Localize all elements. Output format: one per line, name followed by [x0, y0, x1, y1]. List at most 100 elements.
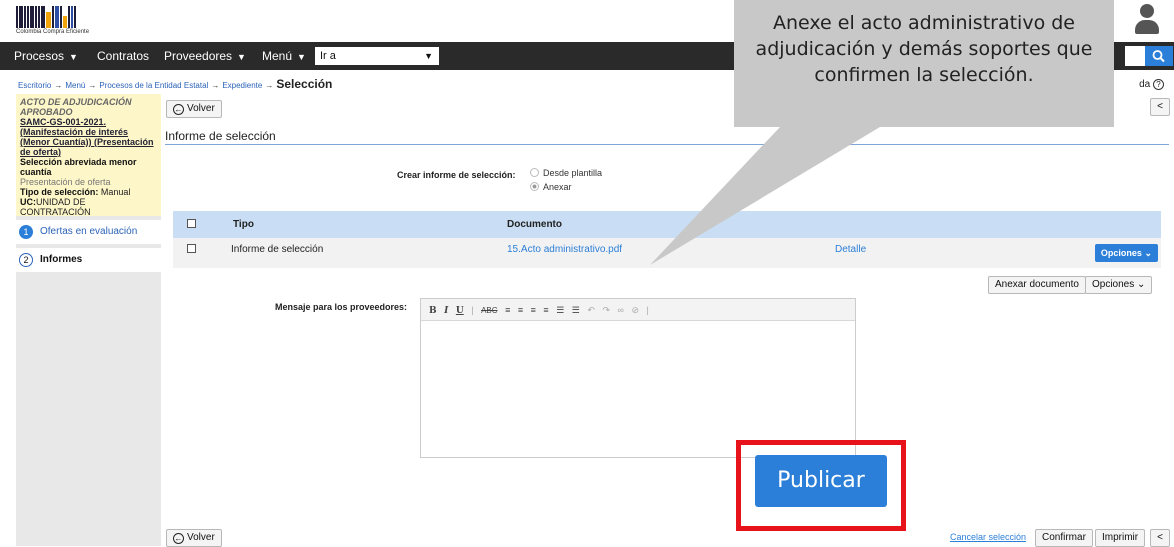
collapse-top-button[interactable]: < — [1150, 98, 1170, 116]
row-tipo: Informe de selección — [231, 244, 324, 255]
row-options-button[interactable]: Opciones ⌄ — [1094, 244, 1158, 262]
caret-down-icon: ▼ — [297, 52, 306, 62]
goto-select-value: Ir a — [320, 50, 336, 62]
italic-icon[interactable]: I — [444, 306, 448, 316]
logo-barcode-icon — [16, 6, 108, 28]
print-button[interactable]: Imprimir — [1095, 529, 1146, 547]
link-icon[interactable]: ∞ — [618, 305, 624, 315]
process-summary: ACTO DE ADJUDICACIÓN APROBADO SAMC-GS-00… — [16, 94, 161, 216]
process-sidebar: ACTO DE ADJUDICACIÓN APROBADO SAMC-GS-00… — [16, 94, 161, 546]
opciones-button[interactable]: Opciones ⌄ — [1085, 276, 1153, 294]
radio-desde-plantilla[interactable]: Desde plantilla — [530, 168, 602, 178]
select-all-checkbox[interactable] — [187, 211, 196, 238]
cancel-selection-link[interactable]: Cancelar selección — [950, 532, 1026, 542]
section-divider — [165, 144, 1169, 145]
unlink-icon[interactable]: ⊘ — [631, 305, 639, 315]
toolbar-separator: | — [646, 305, 649, 315]
back-button-label: Volver — [187, 103, 215, 114]
nav-procesos[interactable]: Procesos ▼ — [14, 42, 78, 70]
step-informes[interactable]: 2 Informes — [16, 248, 161, 272]
col-tipo: Tipo — [233, 219, 254, 230]
radio-circle-icon — [530, 182, 539, 191]
caret-down-icon: ▼ — [424, 51, 433, 61]
process-reference-link[interactable]: SAMC-GS-001-2021. (Manifestación de inte… — [20, 117, 157, 157]
back-button[interactable]: ← Volver — [166, 100, 222, 118]
row-checkbox[interactable] — [187, 238, 196, 265]
caret-down-icon: ▼ — [237, 52, 246, 62]
arrow-right-icon: → — [88, 81, 97, 90]
message-textarea[interactable] — [421, 321, 855, 457]
step-label: Ofertas en evaluación — [40, 226, 138, 237]
nav-procesos-label: Procesos — [14, 49, 65, 63]
goto-select[interactable]: Ir a ▼ — [315, 47, 439, 65]
radio-anexar[interactable]: Anexar — [530, 182, 572, 192]
message-editor: B I U | ABC ≡ ≡ ≡ ≡ ☰ ☰ ↶ ↷ ∞ ⊘ | — [420, 298, 856, 458]
back-button-bottom[interactable]: ← Volver — [166, 529, 222, 547]
nav-contratos[interactable]: Contratos — [97, 42, 149, 70]
collapse-bottom-button[interactable]: < — [1150, 529, 1170, 547]
row-options-label: Opciones — [1100, 248, 1142, 258]
row-detalle-link[interactable]: Detalle — [835, 238, 866, 265]
nav-proveedores-label: Proveedores — [164, 49, 233, 63]
table-header: Tipo Documento — [173, 211, 1161, 238]
bold-icon[interactable]: B — [429, 306, 437, 316]
help-link-label: da — [1139, 79, 1151, 90]
instruction-callout: Anexe el acto administrativo de adjudica… — [734, 0, 1114, 127]
breadcrumb-expediente[interactable]: Expediente — [222, 81, 262, 90]
breadcrumb-escritorio[interactable]: Escritorio — [18, 81, 51, 90]
back-button-label: Volver — [187, 532, 215, 543]
radio-label: Desde plantilla — [543, 168, 603, 178]
chevron-down-icon: ⌄ — [1144, 248, 1152, 258]
selection-type: Tipo de selección: Manual — [20, 187, 131, 197]
radio-label: Anexar — [543, 182, 572, 192]
anexar-documento-button[interactable]: Anexar documento — [988, 276, 1086, 294]
underline-icon[interactable]: U — [456, 306, 464, 316]
align-left-icon[interactable]: ≡ — [505, 305, 510, 315]
step-ofertas-evaluacion[interactable]: 1 Ofertas en evaluación — [16, 220, 161, 244]
breadcrumb: Escritorio → Menú → Procesos de la Entidad E… — [18, 77, 332, 91]
col-documento: Documento — [507, 219, 562, 230]
colombia-compra-logo[interactable]: Colombia Compra Eficiente — [16, 6, 108, 36]
nav-menu[interactable]: Menú ▼ — [262, 42, 306, 70]
strikethrough-icon[interactable]: ABC — [481, 306, 497, 315]
process-phase: Presentación de oferta — [20, 177, 111, 187]
callout-text: Anexe el acto administrativo de adjudica… — [755, 12, 1093, 86]
search-button[interactable] — [1145, 46, 1173, 66]
back-arrow-icon: ← — [173, 533, 184, 544]
nav-contratos-label: Contratos — [97, 49, 150, 63]
section-title: Informe de selección — [165, 129, 276, 143]
documents-table: Tipo Documento Informe de selección 15.A… — [173, 211, 1161, 268]
user-avatar-icon[interactable] — [1134, 2, 1160, 36]
redo-icon[interactable]: ↷ — [602, 305, 610, 315]
nav-proveedores[interactable]: Proveedores ▼ — [164, 42, 246, 70]
editor-toolbar: B I U | ABC ≡ ≡ ≡ ≡ ☰ ☰ ↶ ↷ ∞ ⊘ | — [421, 299, 855, 321]
numbered-list-icon[interactable]: ☰ — [572, 305, 580, 315]
chevron-down-icon: ⌄ — [1137, 279, 1146, 290]
confirm-button[interactable]: Confirmar — [1035, 529, 1093, 547]
radio-circle-icon — [530, 168, 539, 177]
table-row: Informe de selección 15.Acto administrat… — [173, 238, 1161, 268]
search-input[interactable] — [1125, 46, 1145, 66]
arrow-right-icon: → — [265, 81, 274, 90]
toolbar-separator: | — [471, 305, 474, 315]
help-link[interactable]: da ? — [1139, 79, 1164, 90]
process-type: Selección abreviada menor cuantía — [20, 157, 137, 177]
arrow-right-icon: → — [211, 81, 220, 90]
step-number-1: 1 — [19, 225, 33, 239]
breadcrumb-procesos[interactable]: Procesos de la Entidad Estatal — [99, 81, 208, 90]
breadcrumb-current: Selección — [276, 77, 333, 91]
search-icon — [1152, 50, 1165, 63]
publish-button[interactable]: Publicar — [755, 455, 887, 507]
process-status: ACTO DE ADJUDICACIÓN APROBADO — [20, 97, 132, 117]
row-document-link[interactable]: 15.Acto administrativo.pdf — [507, 238, 622, 265]
nav-menu-label: Menú — [262, 49, 293, 63]
align-justify-icon[interactable]: ≡ — [543, 305, 548, 315]
back-arrow-icon: ← — [173, 104, 184, 115]
align-center-icon[interactable]: ≡ — [518, 305, 523, 315]
message-label: Mensaje para los proveedores: — [275, 302, 408, 312]
question-circle-icon: ? — [1153, 79, 1164, 90]
undo-icon[interactable]: ↶ — [587, 305, 595, 315]
align-right-icon[interactable]: ≡ — [531, 305, 536, 315]
breadcrumb-menu[interactable]: Menú — [65, 81, 85, 90]
bullet-list-icon[interactable]: ☰ — [556, 305, 564, 315]
